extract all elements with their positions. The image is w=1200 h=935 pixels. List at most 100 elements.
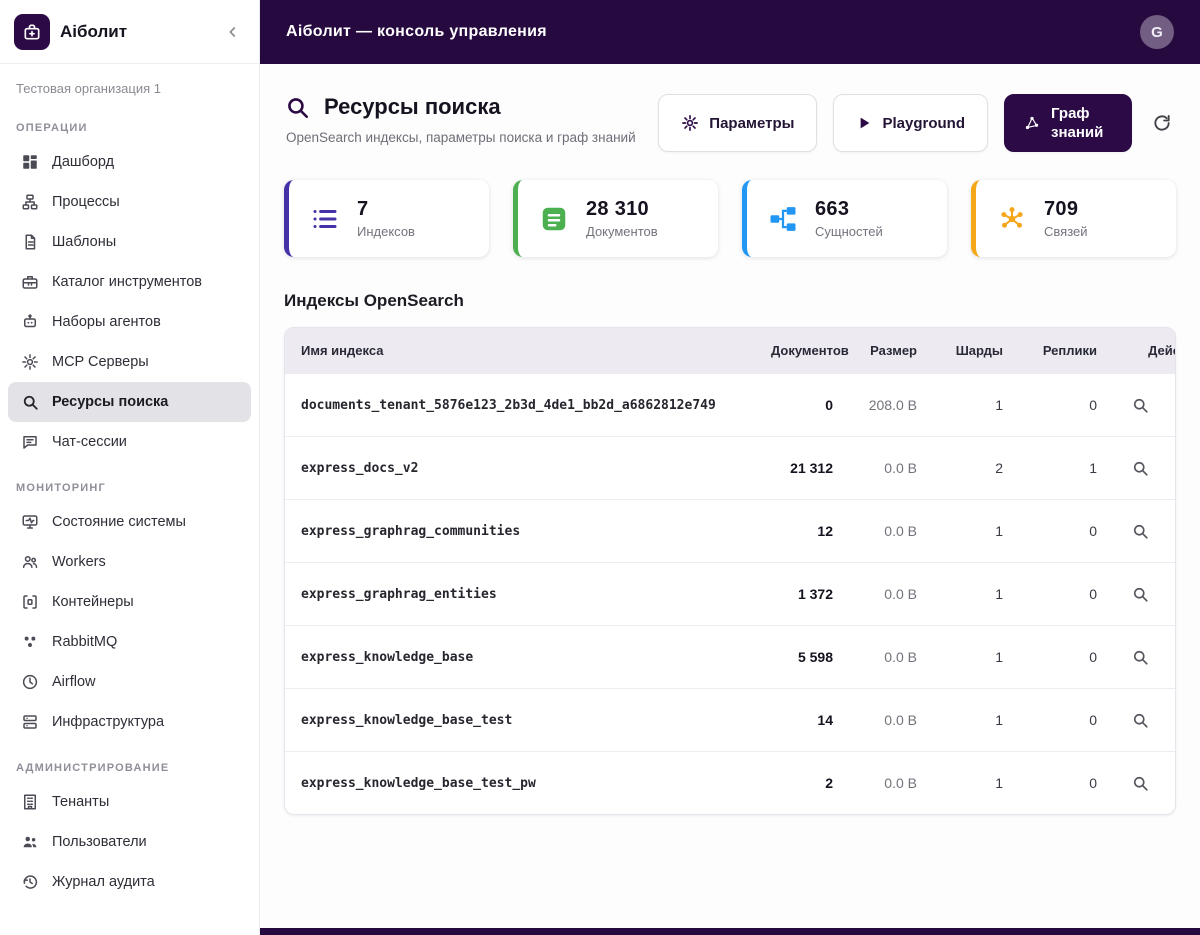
sidebar-nav: ОПЕРАЦИИ Дашборд Процессы Шаблоны Катало… bbox=[0, 102, 259, 902]
stat-card-relations: 709 Связей bbox=[971, 180, 1176, 257]
sidebar-item-users[interactable]: Пользователи bbox=[8, 822, 251, 862]
index-shards: 1 bbox=[933, 563, 1019, 626]
app-root: Аіболит Тестовая организация 1 ОПЕРАЦИИ … bbox=[0, 0, 1200, 935]
sidebar-item-label: Workers bbox=[52, 554, 106, 570]
column-header-docs: Документов bbox=[755, 328, 849, 374]
table-row: express_knowledge_base 5 598 0.0 B 1 0 bbox=[285, 626, 1176, 689]
row-search-button[interactable] bbox=[1127, 392, 1153, 418]
params-button-label: Параметры bbox=[709, 115, 794, 132]
sidebar-item-search-resources[interactable]: Ресурсы поиска bbox=[8, 382, 251, 422]
indices-table: Имя индекса Документов Размер Шарды Репл… bbox=[284, 327, 1176, 815]
column-header-shards: Шарды bbox=[933, 328, 1019, 374]
index-shards: 1 bbox=[933, 689, 1019, 752]
topbar-title: Аіболит — консоль управления bbox=[286, 23, 547, 41]
sidebar-item-dashboard[interactable]: Дашборд bbox=[8, 142, 251, 182]
sidebar: Аіболит Тестовая организация 1 ОПЕРАЦИИ … bbox=[0, 0, 260, 935]
index-name: express_docs_v2 bbox=[285, 437, 755, 500]
table-row: documents_tenant_5876e123_2b3d_4de1_bb2d… bbox=[285, 374, 1176, 437]
dashboard-icon bbox=[20, 152, 40, 172]
index-docs: 21 312 bbox=[755, 437, 849, 500]
row-search-button[interactable] bbox=[1127, 644, 1153, 670]
stat-label: Связей bbox=[1044, 224, 1088, 239]
monitor-pulse-icon bbox=[20, 512, 40, 532]
section-label-operations: ОПЕРАЦИИ bbox=[0, 102, 259, 142]
stat-label: Сущностей bbox=[815, 224, 883, 239]
sidebar-item-audit-log[interactable]: Журнал аудита bbox=[8, 862, 251, 902]
sidebar-item-tenants[interactable]: Тенанты bbox=[8, 782, 251, 822]
index-name: express_knowledge_base_test bbox=[285, 689, 755, 752]
sidebar-item-label: Ресурсы поиска bbox=[52, 394, 168, 410]
sidebar-item-tools-catalog[interactable]: Каталог инструментов bbox=[8, 262, 251, 302]
tree-icon bbox=[765, 201, 801, 237]
knowledge-graph-button-label: Граф знаний bbox=[1051, 104, 1113, 143]
params-button[interactable]: Параметры bbox=[658, 94, 817, 152]
gear-icon bbox=[681, 114, 699, 132]
sidebar-item-agent-sets[interactable]: Наборы агентов bbox=[8, 302, 251, 342]
index-size: 208.0 B bbox=[849, 374, 933, 437]
sidebar-item-workers[interactable]: Workers bbox=[8, 542, 251, 582]
stats-row: 7 Индексов 28 310 Документов bbox=[284, 180, 1176, 257]
row-search-button[interactable] bbox=[1127, 770, 1153, 796]
stat-label: Индексов bbox=[357, 224, 415, 239]
app-title: Аіболит bbox=[60, 22, 211, 42]
index-docs: 14 bbox=[755, 689, 849, 752]
sidebar-item-chat-sessions[interactable]: Чат-сессии bbox=[8, 422, 251, 462]
stat-value: 663 bbox=[815, 198, 883, 221]
index-name: express_graphrag_entities bbox=[285, 563, 755, 626]
stat-card-entities: 663 Сущностей bbox=[742, 180, 947, 257]
playground-button-label: Playground bbox=[882, 115, 965, 132]
gear-icon bbox=[20, 352, 40, 372]
sidebar-item-airflow[interactable]: Airflow bbox=[8, 662, 251, 702]
refresh-button[interactable] bbox=[1148, 109, 1176, 137]
sidebar-item-label: Чат-сессии bbox=[52, 434, 127, 450]
row-search-button[interactable] bbox=[1127, 707, 1153, 733]
network-icon bbox=[994, 201, 1030, 237]
sidebar-item-system-status[interactable]: Состояние системы bbox=[8, 502, 251, 542]
avatar[interactable]: G bbox=[1140, 15, 1174, 49]
playground-button[interactable]: Playground bbox=[833, 94, 988, 152]
knowledge-graph-button[interactable]: Граф знаний bbox=[1004, 94, 1132, 152]
index-name: express_graphrag_communities bbox=[285, 500, 755, 563]
stat-label: Документов bbox=[586, 224, 658, 239]
table-section-title: Индексы OpenSearch bbox=[284, 291, 1176, 311]
row-search-button[interactable] bbox=[1127, 518, 1153, 544]
column-header-actions: Действия bbox=[1113, 328, 1176, 374]
section-label-administration: АДМИНИСТРИРОВАНИЕ bbox=[0, 742, 259, 782]
sidebar-item-templates[interactable]: Шаблоны bbox=[8, 222, 251, 262]
table-row: express_graphrag_communities 12 0.0 B 1 … bbox=[285, 500, 1176, 563]
chevron-left-icon bbox=[225, 24, 241, 40]
index-replicas: 1 bbox=[1019, 437, 1113, 500]
index-shards: 1 bbox=[933, 500, 1019, 563]
stat-card-documents: 28 310 Документов bbox=[513, 180, 718, 257]
index-name: documents_tenant_5876e123_2b3d_4de1_bb2d… bbox=[285, 374, 755, 437]
page-title: Ресурсы поиска bbox=[324, 94, 501, 120]
table-header-row: Имя индекса Документов Размер Шарды Репл… bbox=[285, 328, 1176, 374]
templates-icon bbox=[20, 232, 40, 252]
index-shards: 1 bbox=[933, 752, 1019, 815]
main-content: Ресурсы поиска OpenSearch индексы, парам… bbox=[260, 64, 1200, 928]
sidebar-collapse-button[interactable] bbox=[221, 20, 245, 44]
clock-icon bbox=[20, 672, 40, 692]
sidebar-item-label: Тенанты bbox=[52, 794, 109, 810]
index-replicas: 0 bbox=[1019, 563, 1113, 626]
sidebar-item-infrastructure[interactable]: Инфраструктура bbox=[8, 702, 251, 742]
page-actions: Параметры Playground Граф знаний bbox=[658, 94, 1176, 152]
index-shards: 1 bbox=[933, 374, 1019, 437]
page-header: Ресурсы поиска OpenSearch индексы, парам… bbox=[284, 94, 1176, 152]
column-header-replicas: Реплики bbox=[1019, 328, 1113, 374]
sidebar-item-label: MCP Серверы bbox=[52, 354, 149, 370]
sidebar-item-containers[interactable]: Контейнеры bbox=[8, 582, 251, 622]
sidebar-item-label: Состояние системы bbox=[52, 514, 186, 530]
stat-value: 7 bbox=[357, 198, 415, 221]
row-search-button[interactable] bbox=[1127, 455, 1153, 481]
row-search-button[interactable] bbox=[1127, 581, 1153, 607]
sidebar-item-mcp-servers[interactable]: MCP Серверы bbox=[8, 342, 251, 382]
index-replicas: 0 bbox=[1019, 626, 1113, 689]
sidebar-item-rabbitmq[interactable]: RabbitMQ bbox=[8, 622, 251, 662]
graph-icon bbox=[1023, 114, 1041, 132]
sidebar-item-processes[interactable]: Процессы bbox=[8, 182, 251, 222]
table-row: express_docs_v2 21 312 0.0 B 2 1 bbox=[285, 437, 1176, 500]
sidebar-item-label: Дашборд bbox=[52, 154, 114, 170]
index-name: express_knowledge_base_test_pw bbox=[285, 752, 755, 815]
server-stack-icon bbox=[20, 712, 40, 732]
